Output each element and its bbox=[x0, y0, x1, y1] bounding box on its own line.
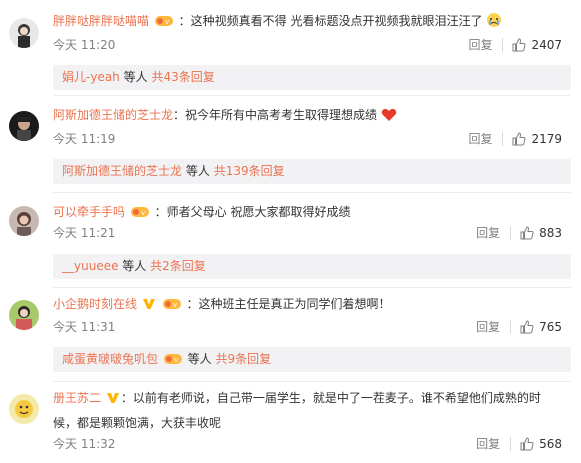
reply-suffix: 等人 bbox=[187, 352, 212, 366]
thumbs-up-icon bbox=[512, 38, 526, 52]
comment-text: ：这种班主任是真正为同学们着想啊！ bbox=[186, 297, 391, 311]
thumbs-up-icon bbox=[520, 320, 534, 334]
comment-time: 今天 11:31 bbox=[53, 320, 116, 334]
like-button[interactable]: 568 bbox=[520, 435, 562, 453]
comment-username[interactable]: 小企鹅时刻在线 bbox=[53, 297, 137, 311]
svg-text:v: v bbox=[174, 356, 178, 364]
comment-time: 今天 11:32 bbox=[53, 437, 116, 451]
reply-button[interactable]: 回复 bbox=[476, 435, 500, 453]
reply-button[interactable]: 回复 bbox=[476, 224, 500, 242]
reply-button[interactable]: 回复 bbox=[476, 318, 500, 336]
svg-text:v: v bbox=[173, 301, 177, 309]
thumbs-up-icon bbox=[512, 132, 526, 146]
avatar[interactable] bbox=[9, 300, 39, 330]
divider bbox=[510, 437, 512, 451]
comment-time: 今天 11:19 bbox=[53, 132, 116, 146]
reply-username[interactable]: 咸蛋黄啵啵兔叽包 bbox=[62, 352, 158, 366]
like-count: 568 bbox=[539, 437, 562, 451]
like-button[interactable]: 2179 bbox=[512, 130, 562, 148]
comment-item: 阿斯加德王储的芝士龙：祝今年所有中高考考生取得理想成绩 今天 11:19 回复 … bbox=[0, 96, 581, 188]
reply-suffix: 等人 bbox=[123, 70, 148, 84]
verified-v-icon bbox=[106, 390, 120, 412]
like-button[interactable]: 765 bbox=[520, 318, 562, 336]
comment-username[interactable]: 胖胖哒胖胖哒喵喵 bbox=[53, 14, 149, 28]
comment-text: ：以前有老师说，自己带一届学生，就是中了一茬麦子。谁不希望他们成熟的时候，都是颗… bbox=[53, 391, 541, 430]
comment-text: ：师者父母心 祝愿大家都取得好成绩 bbox=[154, 205, 351, 219]
reply-count-link[interactable]: 共2条回复 bbox=[150, 259, 206, 273]
reply-suffix: 等人 bbox=[122, 259, 147, 273]
comment-actions: 回复 765 bbox=[476, 318, 562, 336]
svg-text:v: v bbox=[141, 209, 145, 217]
reply-preview[interactable]: 咸蛋黄啵啵兔叽包 v 等人 共9条回复 bbox=[53, 347, 571, 372]
comment-actions: 回复 2407 bbox=[468, 36, 562, 54]
reply-count-link[interactable]: 共43条回复 bbox=[151, 70, 214, 84]
reply-username[interactable]: 娟儿-yeah bbox=[62, 70, 120, 84]
divider bbox=[502, 132, 504, 146]
comment-item: 可以牵手手吗 v ：师者父母心 祝愿大家都取得好成绩 今天 11:21 回复 8… bbox=[0, 193, 581, 283]
comment-body: 可以牵手手吗 v ：师者父母心 祝愿大家都取得好成绩 bbox=[53, 203, 571, 224]
thumbs-up-icon bbox=[520, 437, 534, 451]
comment-item: 册王苏二 ：以前有老师说，自己带一届学生，就是中了一茬麦子。谁不希望他们成熟的时… bbox=[0, 382, 581, 463]
comment-text: ：祝今年所有中高考考生取得理想成绩 bbox=[173, 108, 378, 122]
reply-suffix: 等人 bbox=[185, 164, 210, 178]
reply-button[interactable]: 回复 bbox=[468, 36, 492, 54]
svg-text:v: v bbox=[165, 18, 169, 26]
reply-preview[interactable]: __yuueee 等人 共2条回复 bbox=[53, 254, 571, 279]
heart-emoji-icon bbox=[381, 108, 397, 127]
reply-count-link[interactable]: 共9条回复 bbox=[216, 352, 272, 366]
comment-meta: 今天 11:31 回复 765 bbox=[53, 318, 571, 336]
comment-time: 今天 11:20 bbox=[53, 38, 116, 52]
vip-badge-icon: v bbox=[162, 297, 182, 316]
comment-item: 胖胖哒胖胖哒喵喵 v ：这种视频真看不得 光看标题没点开视频我就眼泪汪汪了 今天… bbox=[0, 0, 581, 90]
vip-badge-icon: v bbox=[163, 350, 183, 375]
like-count: 765 bbox=[539, 320, 562, 334]
reply-username[interactable]: __yuueee bbox=[62, 259, 118, 273]
avatar[interactable] bbox=[9, 206, 39, 236]
comment-body: 胖胖哒胖胖哒喵喵 v ：这种视频真看不得 光看标题没点开视频我就眼泪汪汪了 bbox=[53, 12, 571, 33]
avatar[interactable] bbox=[9, 111, 39, 141]
comment-meta: 今天 11:32 回复 568 bbox=[53, 435, 571, 453]
comment-item: 小企鹅时刻在线 v ：这种班主任是真正为同学们着想啊！ 今天 11:31 回复 … bbox=[0, 288, 581, 378]
comment-actions: 回复 883 bbox=[476, 224, 562, 242]
comment-meta: 今天 11:21 回复 883 bbox=[53, 224, 571, 242]
comment-actions: 回复 2179 bbox=[468, 130, 562, 148]
vip-badge-icon: v bbox=[154, 14, 174, 33]
comment-username[interactable]: 可以牵手手吗 bbox=[53, 205, 125, 219]
avatar[interactable] bbox=[9, 394, 39, 424]
reply-preview[interactable]: 娟儿-yeah 等人 共43条回复 bbox=[53, 65, 571, 90]
comment-username[interactable]: 阿斯加德王储的芝士龙 bbox=[53, 108, 173, 122]
like-count: 2407 bbox=[531, 38, 562, 52]
like-count: 883 bbox=[539, 226, 562, 240]
comment-meta: 今天 11:20 回复 2407 bbox=[53, 36, 571, 54]
crying-emoji-icon bbox=[486, 12, 502, 33]
avatar[interactable] bbox=[9, 18, 39, 48]
like-button[interactable]: 2407 bbox=[512, 36, 562, 54]
like-button[interactable]: 883 bbox=[520, 224, 562, 242]
thumbs-up-icon bbox=[520, 226, 534, 240]
comment-body: 小企鹅时刻在线 v ：这种班主任是真正为同学们着想啊！ bbox=[53, 295, 571, 316]
comment-body: 册王苏二 ：以前有老师说，自己带一届学生，就是中了一茬麦子。谁不希望他们成熟的时… bbox=[53, 387, 553, 434]
reply-preview[interactable]: 阿斯加德王储的芝士龙 等人 共139条回复 bbox=[53, 159, 571, 184]
divider bbox=[510, 226, 512, 240]
comment-meta: 今天 11:19 回复 2179 bbox=[53, 130, 571, 148]
divider bbox=[502, 38, 504, 52]
reply-username[interactable]: 阿斯加德王储的芝士龙 bbox=[62, 164, 182, 178]
comment-actions: 回复 568 bbox=[476, 435, 562, 453]
comment-text: ：这种视频真看不得 光看标题没点开视频我就眼泪汪汪了 bbox=[178, 14, 483, 28]
like-count: 2179 bbox=[531, 132, 562, 146]
vip-badge-icon: v bbox=[130, 205, 150, 224]
divider bbox=[510, 320, 512, 334]
comment-body: 阿斯加德王储的芝士龙：祝今年所有中高考考生取得理想成绩 bbox=[53, 106, 571, 127]
reply-button[interactable]: 回复 bbox=[468, 130, 492, 148]
comment-time: 今天 11:21 bbox=[53, 226, 116, 240]
comment-username[interactable]: 册王苏二 bbox=[53, 391, 101, 405]
verified-v-icon bbox=[142, 297, 156, 316]
reply-count-link[interactable]: 共139条回复 bbox=[214, 164, 285, 178]
